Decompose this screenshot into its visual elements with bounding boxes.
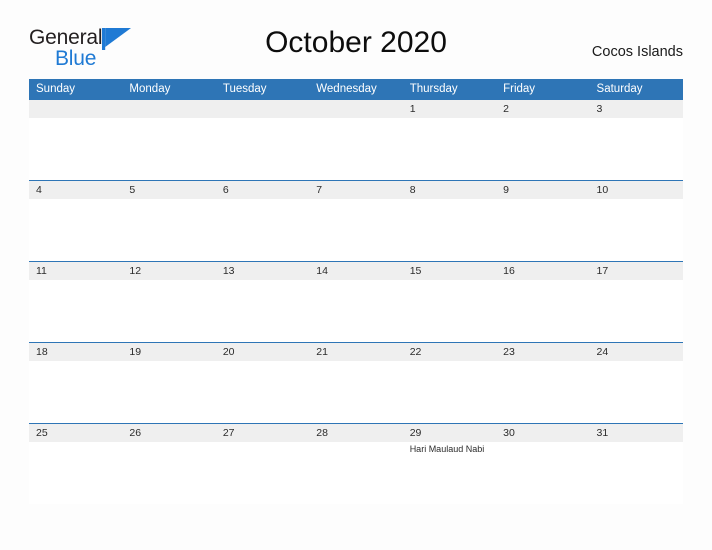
day-number: 27	[222, 427, 235, 439]
day-number: 6	[222, 184, 229, 196]
day-number: 29	[409, 427, 422, 439]
weekday-header-tuesday: Tuesday	[222, 83, 267, 95]
day-cell[interactable]: 13	[216, 262, 309, 342]
day-cell[interactable]: 6	[216, 181, 309, 261]
day-cell[interactable]	[122, 100, 215, 180]
weekday-header-friday: Friday	[503, 83, 536, 95]
day-cell[interactable]: 7	[309, 181, 402, 261]
week-row: 25 26 27 28 29 Hari Maulaud Nabi 30 31	[29, 423, 683, 504]
page-header: General Blue October 2020 Cocos Islands	[29, 26, 683, 72]
day-number: 26	[129, 427, 142, 439]
calendar-page: General Blue October 2020 Cocos Islands …	[0, 0, 712, 550]
day-number: 19	[129, 346, 142, 358]
day-cell[interactable]: 9	[496, 181, 589, 261]
day-cell[interactable]: 4	[29, 181, 122, 261]
day-cell[interactable]: 1	[403, 100, 496, 180]
day-number: 9	[503, 184, 509, 196]
day-cell[interactable]: 23	[496, 343, 589, 423]
calendar-grid: Sunday Monday Tuesday Wednesday Thursday…	[29, 79, 683, 504]
day-number: 23	[503, 346, 515, 358]
day-number: 1	[409, 103, 416, 115]
day-number: 10	[596, 184, 609, 196]
day-number	[316, 102, 402, 116]
weekday-header-wednesday: Wednesday	[316, 83, 377, 95]
day-cell[interactable]: 28	[309, 424, 402, 504]
weekday-header-saturday: Saturday	[596, 83, 643, 95]
day-number: 31	[596, 427, 609, 439]
day-number	[36, 102, 122, 116]
day-number: 5	[129, 184, 136, 196]
day-number: 15	[409, 265, 422, 277]
day-number: 11	[36, 265, 47, 277]
day-cell[interactable]: 18	[29, 343, 122, 423]
week-row: 18 19 20 21 22 23 24	[29, 342, 683, 423]
day-number: 12	[129, 265, 142, 277]
day-cell[interactable]: 24	[590, 343, 683, 423]
day-number: 18	[36, 346, 48, 358]
day-cell[interactable]: 12	[122, 262, 215, 342]
day-cell[interactable]: 20	[216, 343, 309, 423]
day-cell[interactable]: 5	[122, 181, 215, 261]
day-number: 17	[596, 265, 609, 277]
day-cell[interactable]: 3	[590, 100, 683, 180]
day-number: 8	[409, 184, 416, 196]
day-number: 20	[222, 346, 235, 358]
day-cell[interactable]: 16	[496, 262, 589, 342]
day-cell[interactable]: 27	[216, 424, 309, 504]
day-cell[interactable]: 11	[29, 262, 122, 342]
day-cell[interactable]: 21	[309, 343, 402, 423]
day-number: 7	[316, 184, 323, 196]
day-number: 25	[36, 427, 48, 439]
day-cell[interactable]: 2	[496, 100, 589, 180]
day-number: 14	[316, 265, 328, 277]
day-number: 28	[316, 427, 328, 439]
weekday-header-thursday: Thursday	[409, 83, 458, 95]
location-label: Cocos Islands	[591, 44, 683, 60]
day-number: 21	[316, 346, 328, 358]
day-event: Hari Maulaud Nabi	[409, 444, 485, 454]
day-number	[223, 102, 309, 116]
day-number: 4	[36, 184, 42, 196]
day-number: 13	[222, 265, 235, 277]
day-number: 3	[596, 103, 603, 115]
day-cell[interactable]: 25	[29, 424, 122, 504]
day-cell[interactable]: 17	[590, 262, 683, 342]
day-cell[interactable]: 15	[403, 262, 496, 342]
day-number	[129, 102, 215, 116]
day-cell[interactable]: 8	[403, 181, 496, 261]
day-number: 16	[503, 265, 515, 277]
weekday-header-row: Sunday Monday Tuesday Wednesday Thursday…	[29, 79, 683, 99]
day-cell[interactable]	[216, 100, 309, 180]
day-cell[interactable]: 30	[496, 424, 589, 504]
day-number: 24	[596, 346, 609, 358]
week-row: 11 12 13 14 15 16 17	[29, 261, 683, 342]
day-cell[interactable]: 26	[122, 424, 215, 504]
day-number: 2	[503, 103, 509, 115]
page-title: October 2020	[265, 26, 447, 59]
day-cell[interactable]	[309, 100, 402, 180]
day-cell[interactable]: 31	[590, 424, 683, 504]
week-row: 4 5 6 7 8 9 10	[29, 180, 683, 261]
day-cell[interactable]: 10	[590, 181, 683, 261]
week-row: 1 2 3	[29, 99, 683, 180]
day-cell[interactable]: 22	[403, 343, 496, 423]
day-number: 22	[409, 346, 422, 358]
day-number: 30	[503, 427, 515, 439]
weekday-header-sunday: Sunday	[36, 83, 76, 95]
weekday-header-monday: Monday	[129, 83, 171, 95]
day-cell[interactable]: 19	[122, 343, 215, 423]
day-cell[interactable]: 29 Hari Maulaud Nabi	[403, 424, 496, 504]
day-cell[interactable]	[29, 100, 122, 180]
day-cell[interactable]: 14	[309, 262, 402, 342]
